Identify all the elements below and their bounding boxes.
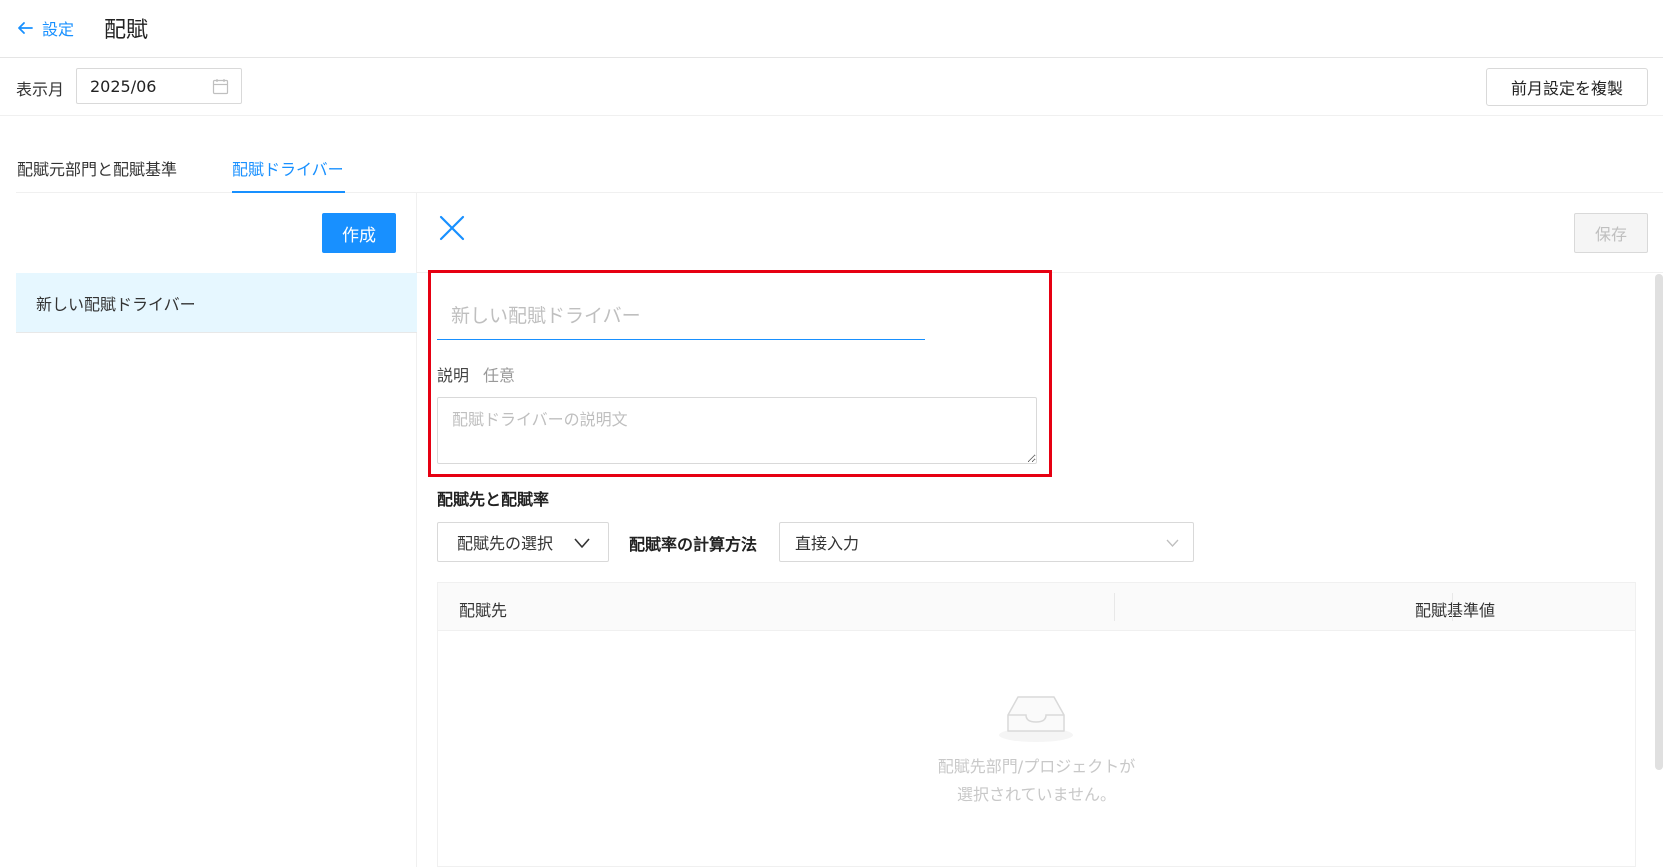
column-divider <box>1452 593 1453 621</box>
description-textarea[interactable] <box>437 397 1037 464</box>
scrollbar[interactable] <box>1655 274 1663 770</box>
calc-method-value: 直接入力 <box>795 534 860 553</box>
top-bar: 設定 配賦 <box>0 0 1663 58</box>
tab-bar: 配賦元部門と配賦基準 配賦ドライバー <box>16 150 1663 193</box>
month-label: 表示月 <box>16 80 65 99</box>
column-header-destination: 配賦先 <box>459 601 508 620</box>
empty-state: 配賦先部門/プロジェクトが 選択されていません。 <box>438 631 1635 866</box>
chevron-down-icon <box>574 538 590 548</box>
month-picker[interactable]: 2025/06 <box>76 68 242 104</box>
calendar-icon <box>212 79 229 95</box>
create-button[interactable]: 作成 <box>322 213 396 253</box>
tab-allocation-source[interactable]: 配賦元部門と配賦基準 <box>17 156 177 193</box>
empty-text-line: 選択されていません。 <box>956 785 1117 804</box>
column-divider <box>1114 593 1115 621</box>
back-link[interactable]: 設定 <box>16 16 74 40</box>
month-value: 2025/06 <box>90 77 157 96</box>
copy-previous-month-button[interactable]: 前月設定を複製 <box>1486 68 1648 106</box>
empty-text-line: 配賦先部門/プロジェクトが <box>937 757 1136 776</box>
calc-method-label: 配賦率の計算方法 <box>629 535 758 554</box>
close-icon[interactable] <box>439 215 465 241</box>
back-label: 設定 <box>42 20 75 39</box>
chevron-down-icon <box>1166 539 1179 547</box>
page-title: 配賦 <box>104 18 149 43</box>
list-item[interactable]: 新しい配賦ドライバー <box>16 273 417 333</box>
empty-state-text: 配賦先部門/プロジェクトが 選択されていません。 <box>438 753 1635 809</box>
select-destination-label: 配賦先の選択 <box>457 534 554 553</box>
table-header: 配賦先 配賦基準値 <box>438 583 1635 631</box>
allocation-section-title: 配賦先と配賦率 <box>437 490 550 509</box>
month-bar: 表示月 2025/06 前月設定を複製 <box>0 58 1663 116</box>
calc-method-select[interactable]: 直接入力 <box>779 522 1194 562</box>
arrow-left-icon <box>18 22 33 34</box>
driver-name-input[interactable] <box>437 292 925 340</box>
driver-list-panel: 作成 新しい配賦ドライバー <box>16 193 417 867</box>
select-destination-button[interactable]: 配賦先の選択 <box>437 522 609 562</box>
optional-label: 任意 <box>483 366 516 385</box>
allocation-table: 配賦先 配賦基準値 配賦先部門/プロジェクトが 選択されていません。 <box>437 582 1636 867</box>
empty-inbox-icon <box>999 696 1073 742</box>
column-header-base-value: 配賦基準値 <box>1414 601 1495 620</box>
tab-allocation-driver[interactable]: 配賦ドライバー <box>232 156 345 193</box>
description-label: 説明 <box>437 366 470 385</box>
save-button[interactable]: 保存 <box>1574 213 1648 253</box>
editor-header: 保存 <box>417 193 1663 273</box>
